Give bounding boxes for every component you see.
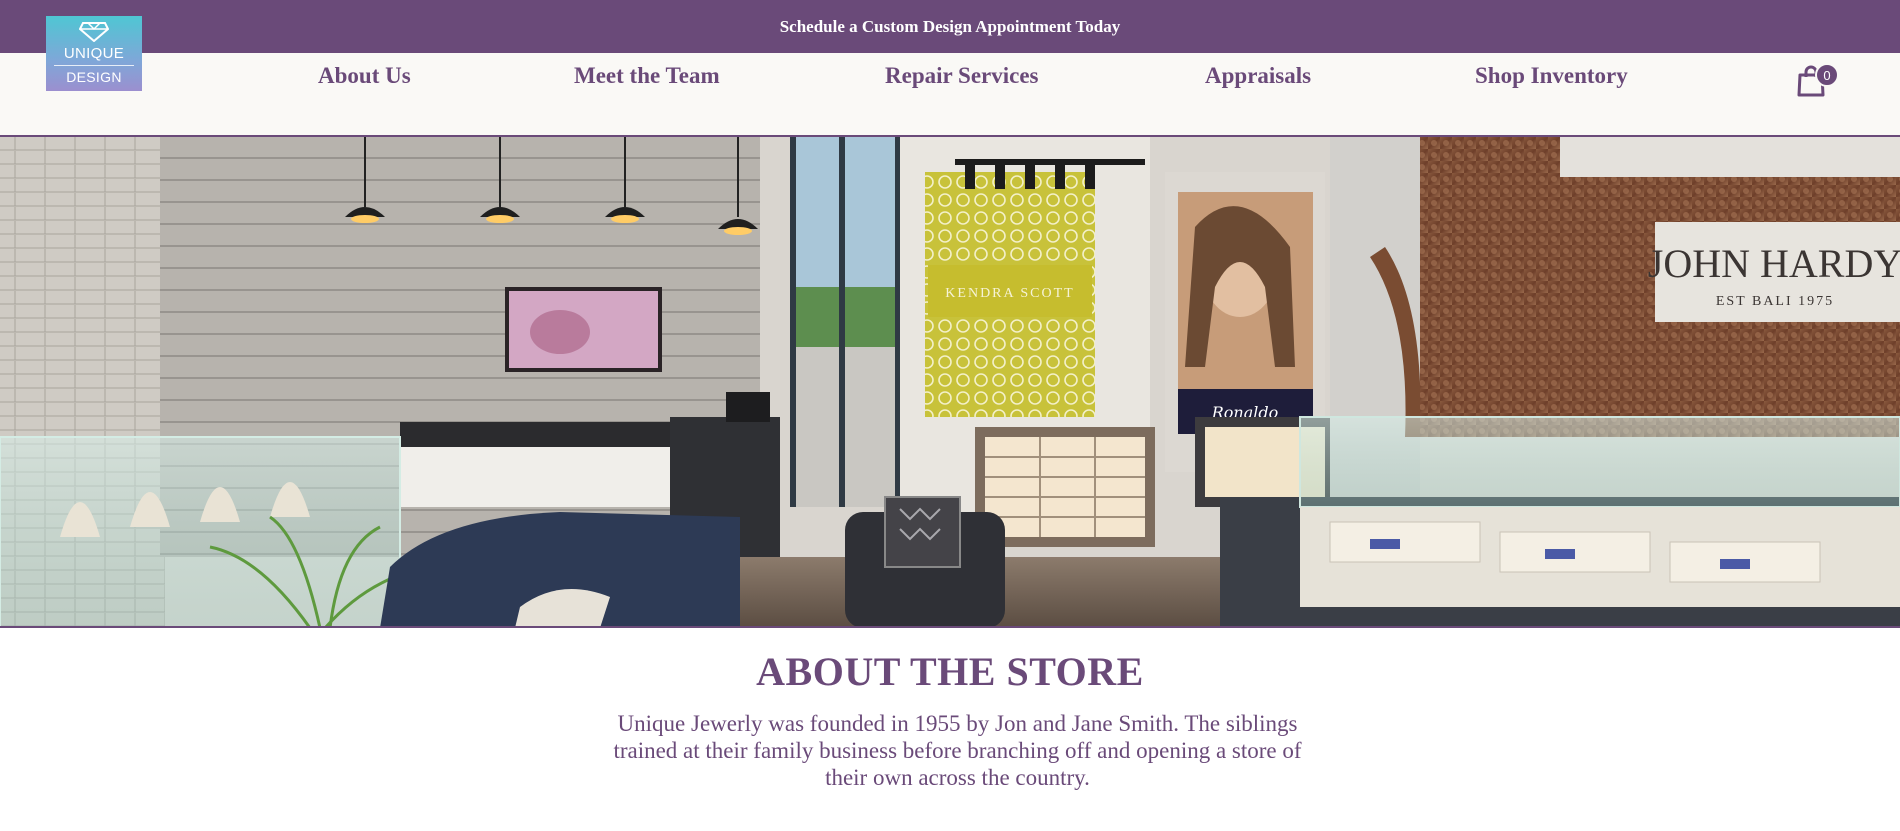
nav-repair-services[interactable]: Repair Services [885,63,1039,89]
nav-shop-inventory[interactable]: Shop Inventory [1475,63,1628,89]
logo[interactable]: UNIQUE DESIGN [46,16,142,91]
hero-store-image: KENDRA SCOTT Ronaldo JOHN HARDY EST BALI… [0,137,1900,628]
logo-text-line1: UNIQUE [63,45,125,62]
about-description: Unique Jewerly was founded in 1955 by Jo… [613,711,1302,790]
header-nav: UNIQUE DESIGN About Us Meet the Team Rep… [0,16,1900,137]
about-title: ABOUT THE STORE [756,649,1144,694]
hero-divider [0,626,1900,628]
logo-divider [54,65,134,66]
john-hardy-sign: JOHN HARDY [1648,241,1900,286]
kendra-scott-sign: KENDRA SCOTT [945,286,1074,301]
nav-appraisals[interactable]: Appraisals [1205,63,1311,89]
cart-count-badge: 0 [1815,63,1839,87]
store-interior-illustration: KENDRA SCOTT Ronaldo JOHN HARDY EST BALI… [0,137,1900,628]
nav-meet-the-team[interactable]: Meet the Team [574,63,720,89]
promo-text[interactable]: Schedule a Custom Design Appointment Tod… [780,17,1121,37]
cart-button[interactable]: 0 [1796,63,1844,99]
logo-text-line2: DESIGN [66,69,122,85]
nav-about-us[interactable]: About Us [318,63,411,89]
john-hardy-subsign: EST BALI 1975 [1716,294,1834,309]
promo-bar[interactable]: Schedule a Custom Design Appointment Tod… [0,0,1900,53]
diamond-logo-icon [79,22,109,42]
